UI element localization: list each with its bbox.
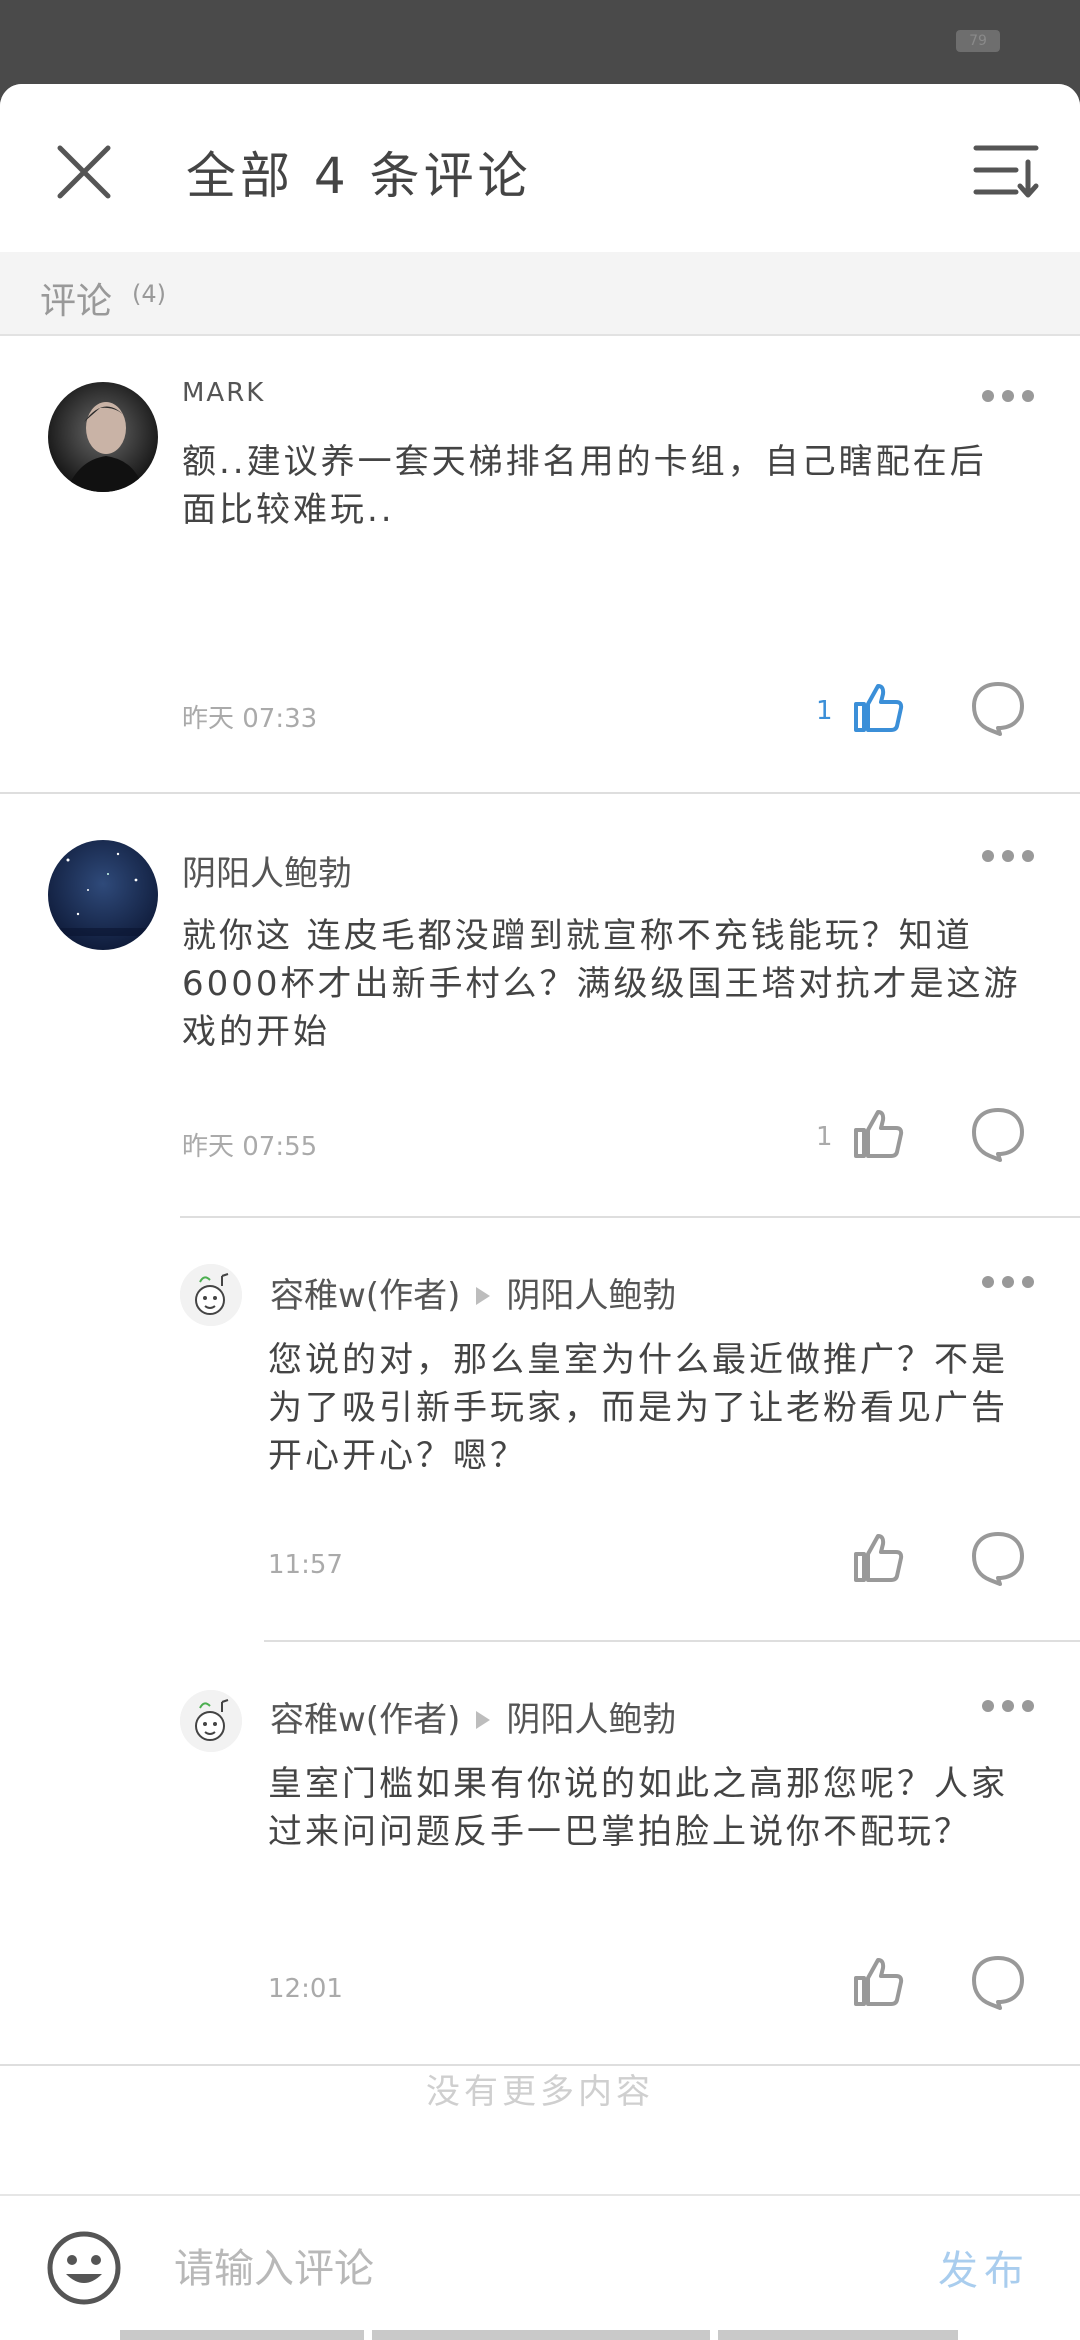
reply-bubble-icon[interactable] [970,1530,1026,1586]
more-icon[interactable] [980,1694,1036,1718]
reply-target[interactable]: 阴阳人鲍勃 [506,1700,676,1740]
reply-username[interactable]: 容稚w(作者) [270,1700,460,1740]
comment-text: 就你这 连皮毛都没蹭到就宣称不充钱能玩？知道6000杯才出新手村么？满级级国王塔… [182,916,1021,1052]
comment-input-bar: 发布 [0,2194,1080,2340]
avatar[interactable] [180,1690,242,1752]
reply-arrow-icon [476,1710,491,1729]
more-icon[interactable] [980,844,1036,868]
subheader-count: (4) [132,280,166,308]
more-icon[interactable] [980,1270,1036,1294]
comment-item: 阴阳人鲍勃 就你这 连皮毛都没蹭到就宣称不充钱能玩？知道6000杯才出新手村么？… [0,794,1080,2066]
like-count: 1 [816,1122,833,1152]
comments-subheader: 评论 (4) [0,252,1080,336]
thumbs-up-icon[interactable] [850,1530,906,1586]
reply-bubble-icon[interactable] [970,1106,1026,1162]
reply-target[interactable]: 阴阳人鲍勃 [506,1276,676,1316]
reply-time: 12:01 [268,1974,343,2004]
comment-username[interactable]: 阴阳人鲍勃 [182,846,352,895]
comment-text: 额..建议养一套天梯排名用的卡组，自己瞎配在后面比较难玩.. [182,442,987,530]
thumbs-up-icon[interactable] [850,1106,906,1162]
thumbs-up-icon[interactable] [850,1954,906,2010]
thumbs-up-icon[interactable] [850,680,906,736]
nav-bar-segment [718,2330,958,2340]
nav-bar-segment [372,2330,710,2340]
divider [264,1640,1080,1642]
reply-bubble-icon[interactable] [970,680,1026,736]
comment-time: 昨天 07:33 [182,704,318,734]
reply-text: 皇室门槛如果有你说的如此之高那您呢？人家过来问问题反手一巴掌拍脸上说你不配玩？ [268,1764,1008,1852]
no-more-content: 没有更多内容 [426,2072,654,2112]
close-icon[interactable] [52,140,116,204]
divider [180,1216,1080,1218]
page-title: 全部 4 条评论 [186,147,532,205]
status-bar: 79 [0,0,1080,84]
more-icon[interactable] [980,384,1036,408]
publish-button[interactable]: 发布 [938,2238,1030,2296]
reply-text: 您说的对，那么皇室为什么最近做推广？不是为了吸引新手玩家，而是为了让老粉看见广告… [268,1340,1008,1476]
avatar[interactable] [48,382,158,492]
comments-sheet: 全部 4 条评论 评论 (4) MARK 额..建议养一套天梯排名用的卡组，自己… [0,84,1080,2340]
reply-arrow-icon [476,1286,491,1305]
reply-header: 容稚w(作者) 阴阳人鲍勃 [270,1692,676,1741]
sheet-header: 全部 4 条评论 [0,84,1080,252]
comment-item: MARK 额..建议养一套天梯排名用的卡组，自己瞎配在后面比较难玩.. 昨天 0… [0,334,1080,794]
reply-username[interactable]: 容稚w(作者) [270,1276,460,1316]
nav-bar-segment [120,2330,364,2340]
sort-icon[interactable] [972,142,1040,200]
battery-indicator: 79 [956,30,1000,52]
like-count: 1 [816,696,833,726]
subheader-label: 评论 [40,281,113,322]
reply-header: 容稚w(作者) 阴阳人鲍勃 [270,1268,676,1317]
avatar[interactable] [48,840,158,950]
comment-username[interactable]: MARK [182,378,265,408]
reply-time: 11:57 [268,1550,343,1580]
reply-bubble-icon[interactable] [970,1954,1026,2010]
comment-input[interactable] [172,2236,876,2302]
emoji-icon[interactable] [44,2228,124,2308]
avatar[interactable] [180,1264,242,1326]
comment-time: 昨天 07:55 [182,1132,318,1162]
